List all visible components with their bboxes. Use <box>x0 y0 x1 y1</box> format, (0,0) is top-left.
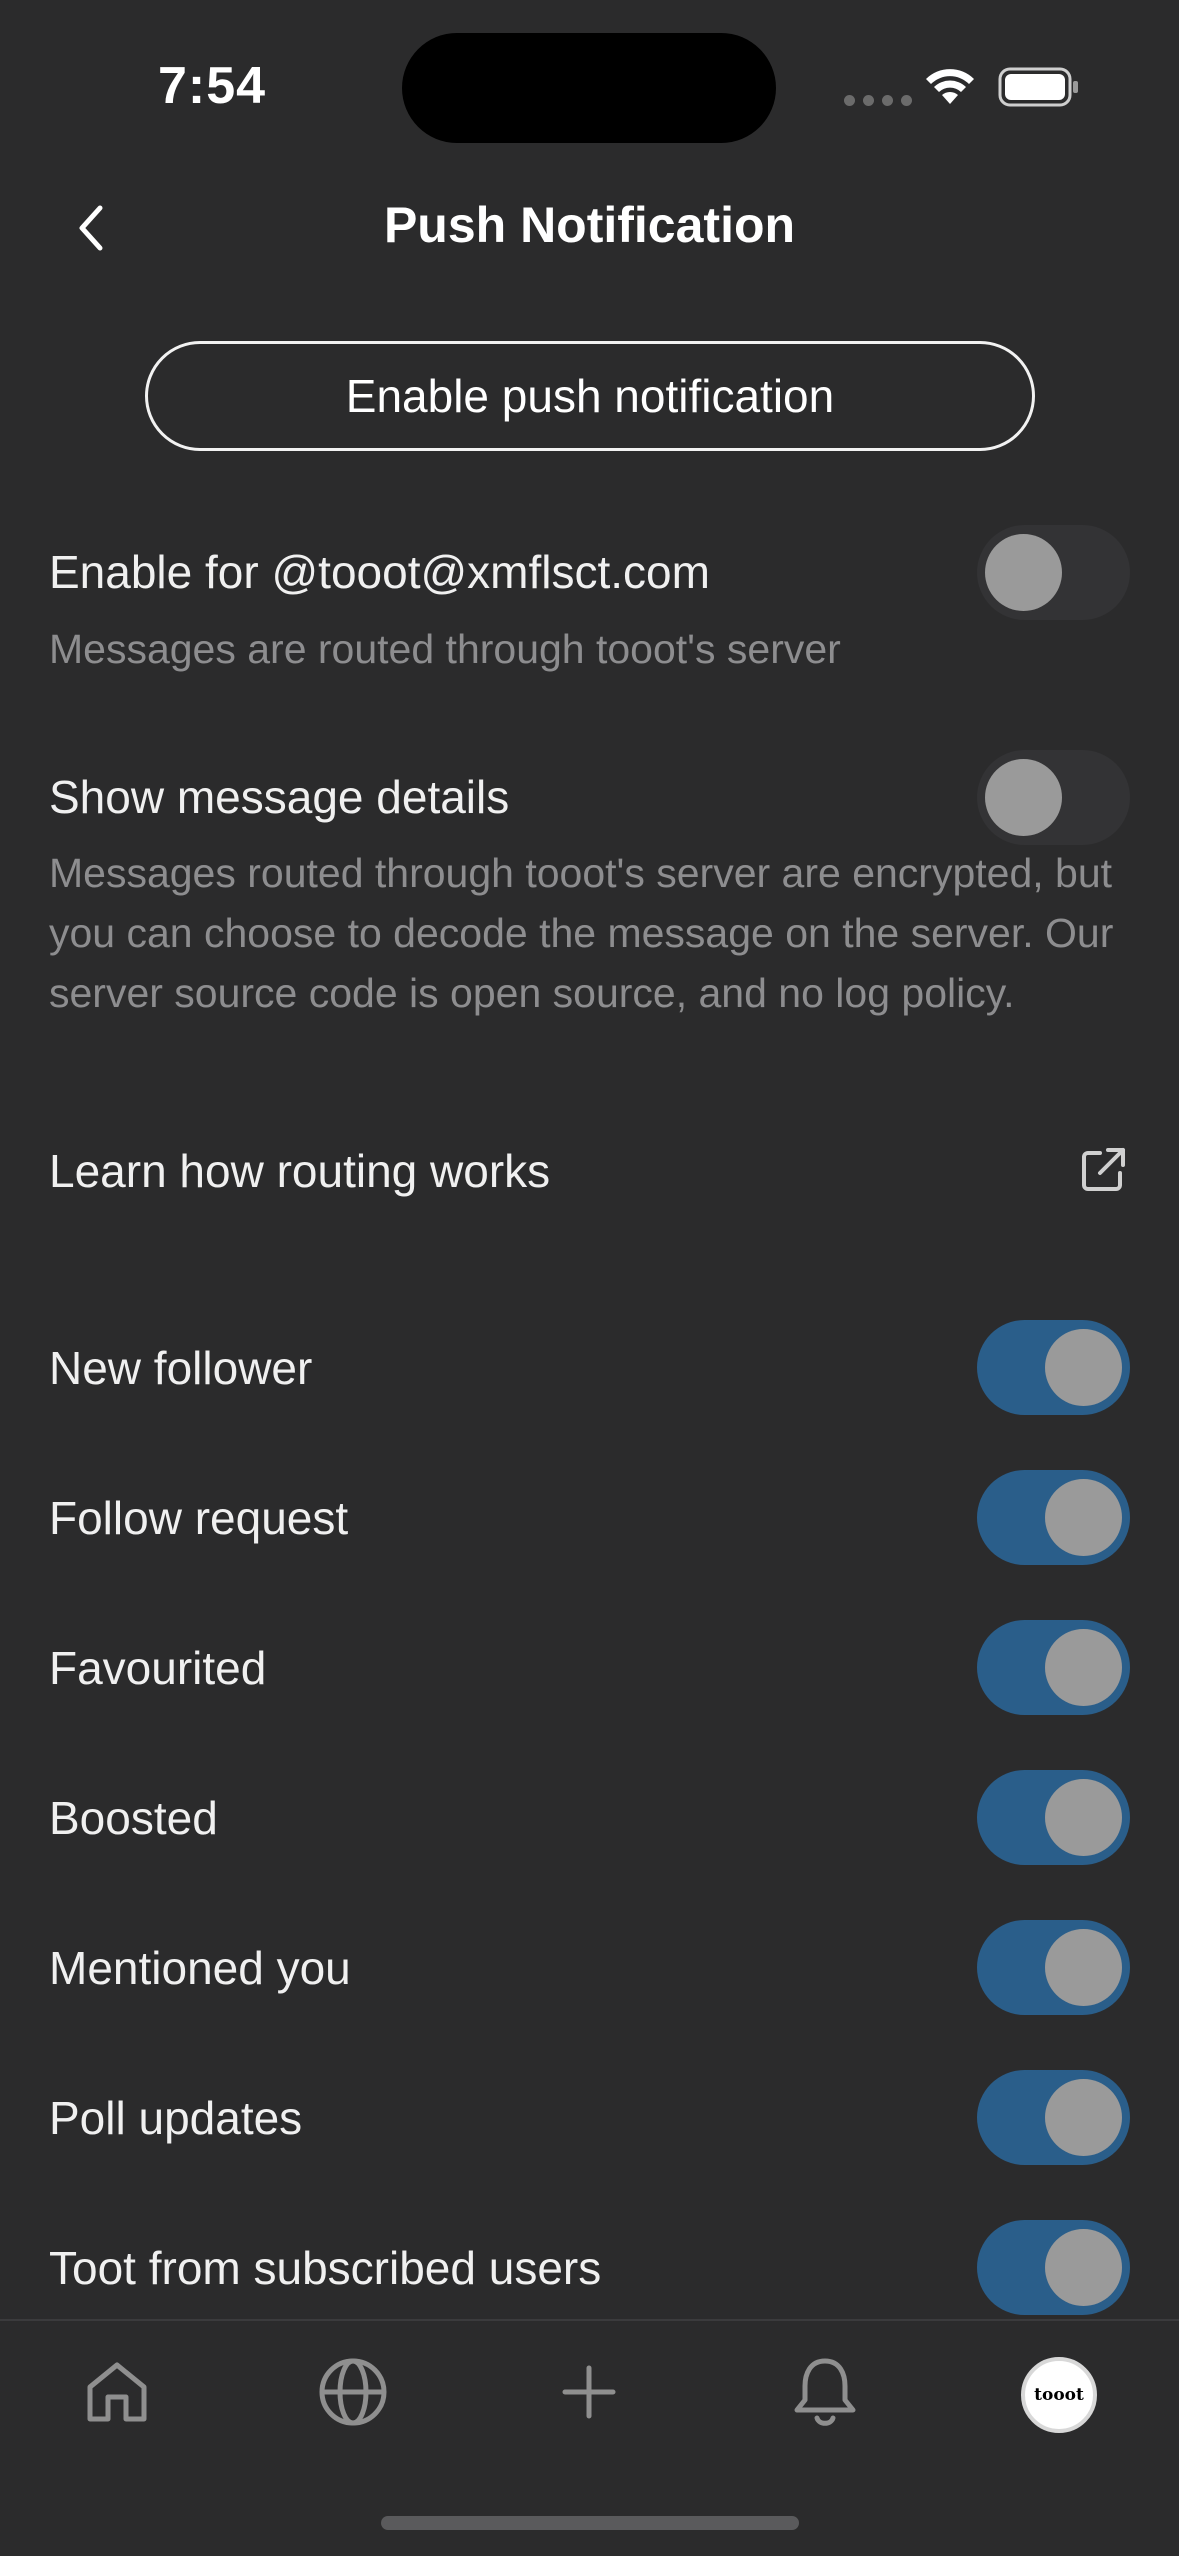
external-link-icon[interactable] <box>1078 1145 1128 1195</box>
tab-home[interactable] <box>77 2352 157 2432</box>
toggle-knob <box>1045 1329 1122 1406</box>
home-icon <box>87 2362 147 2422</box>
notification-type-label: Follow request <box>49 1492 349 1544</box>
bell-icon <box>794 2358 856 2426</box>
toggle-knob <box>1045 2229 1122 2306</box>
message-details-label: Show message details <box>49 771 510 823</box>
status-time: 7:54 <box>158 57 267 115</box>
learn-routing-link[interactable]: Learn how routing works <box>49 1144 550 1198</box>
plus-icon <box>562 2365 616 2419</box>
toggle-knob <box>1045 1629 1122 1706</box>
tab-profile-avatar[interactable]: tooot <box>1021 2357 1097 2433</box>
toggle-knob <box>985 534 1062 611</box>
toggle-knob <box>985 759 1062 836</box>
toggle-knob <box>1045 2079 1122 2156</box>
mentioned-toggle[interactable] <box>977 1920 1130 2015</box>
tab-explore[interactable] <box>313 2352 393 2432</box>
notification-type-label: Toot from subscribed users <box>49 2242 602 2294</box>
toggle-knob <box>1045 1479 1122 1556</box>
favourited-toggle[interactable] <box>977 1620 1130 1715</box>
notification-type-label: New follower <box>49 1342 313 1394</box>
battery-icon <box>998 67 1078 107</box>
home-indicator <box>381 2516 799 2530</box>
wifi-icon <box>926 69 974 104</box>
message-details-description: Messages routed through tooot's server a… <box>49 850 1114 1016</box>
screen: 7:54 Push Notification Enable push notif… <box>0 0 1179 2556</box>
boosted-toggle[interactable] <box>977 1770 1130 1865</box>
tab-notifications[interactable] <box>785 2352 865 2432</box>
notification-type-label: Boosted <box>49 1792 218 1844</box>
poll-updates-toggle[interactable] <box>977 2070 1130 2165</box>
account-push-description: Messages are routed through tooot's serv… <box>49 626 841 672</box>
tab-compose[interactable] <box>549 2352 629 2432</box>
toggle-knob <box>1045 1779 1122 1856</box>
follow-request-toggle[interactable] <box>977 1470 1130 1565</box>
cellular-signal-icon <box>844 95 912 106</box>
globe-icon <box>319 2358 387 2426</box>
new-follower-toggle[interactable] <box>977 1320 1130 1415</box>
notification-type-label: Mentioned you <box>49 1942 351 1994</box>
subscribed-users-toggle[interactable] <box>977 2220 1130 2315</box>
toggle-knob <box>1045 1929 1122 2006</box>
dynamic-island <box>402 33 776 143</box>
account-push-toggle[interactable] <box>977 525 1130 620</box>
message-details-toggle[interactable] <box>977 750 1130 845</box>
notification-type-label: Poll updates <box>49 2092 303 2144</box>
account-push-label: Enable for @tooot@xmflsct.com <box>49 546 710 598</box>
avatar-logo-text: tooot <box>1034 2385 1084 2405</box>
enable-push-button[interactable]: Enable push notification <box>145 341 1035 451</box>
page-title: Push Notification <box>383 197 796 253</box>
notification-type-label: Favourited <box>49 1642 267 1694</box>
